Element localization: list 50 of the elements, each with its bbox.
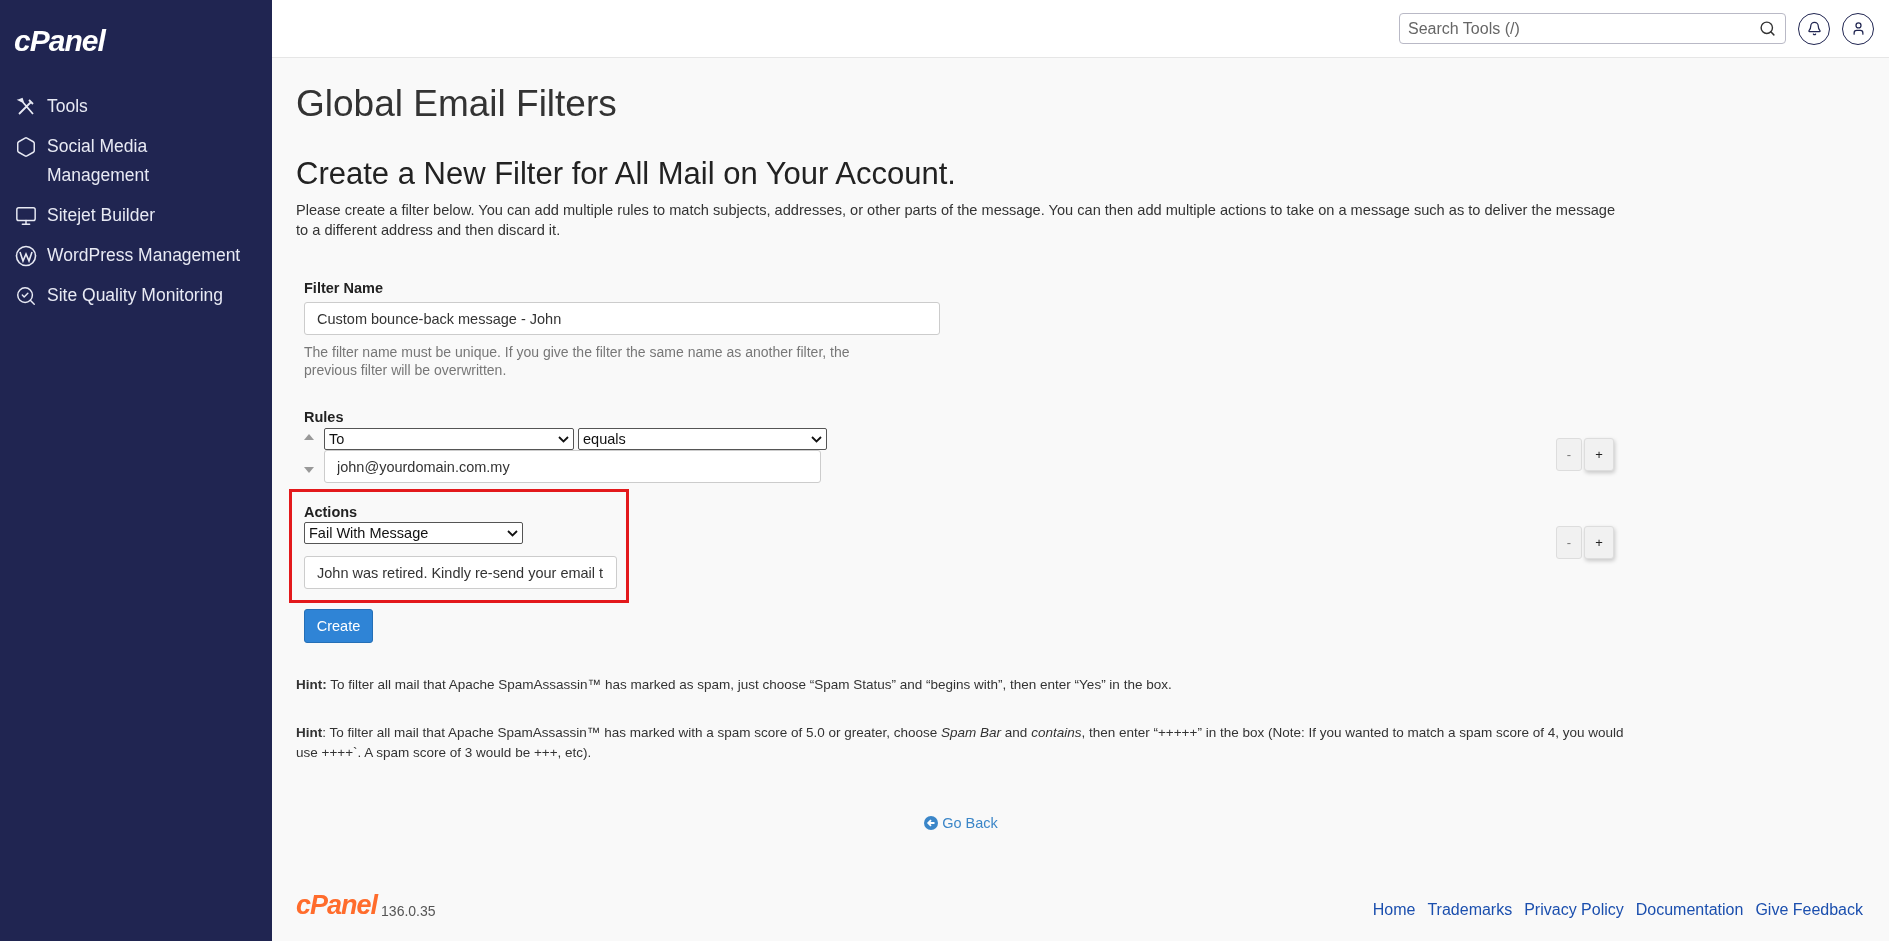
go-back-link[interactable]: Go Back xyxy=(924,815,998,832)
page-title: Global Email Filters xyxy=(296,82,618,126)
field-label: Filter Name xyxy=(304,280,384,297)
footer-link[interactable]: Documentation xyxy=(1635,901,1744,919)
chevron-down-icon xyxy=(507,529,518,537)
user-button[interactable] xyxy=(1842,12,1874,45)
create-button[interactable]: Create xyxy=(304,609,373,644)
add-button[interactable]: + xyxy=(1584,438,1614,472)
section-heading: Create a New Filter for All Mail on Your Account. xyxy=(296,156,957,193)
hexagon-icon xyxy=(15,135,37,158)
monitor-icon xyxy=(15,204,37,227)
chevron-down-icon xyxy=(811,435,822,443)
field-label: Rules xyxy=(304,409,345,426)
remove-button[interactable]: - xyxy=(1556,438,1582,472)
circle-logo-icon xyxy=(15,244,37,267)
up-arrow-icon[interactable] xyxy=(304,434,314,441)
crossed-tools-icon xyxy=(16,96,36,117)
filter-name-input[interactable]: Custom bounce-back message - John xyxy=(304,302,940,336)
search-icon xyxy=(1759,20,1776,37)
sidebar-item[interactable]: Sitejet Builder xyxy=(14,201,254,230)
footer-link[interactable]: Trademarks xyxy=(1427,901,1513,919)
bell-icon xyxy=(1806,21,1822,36)
down-arrow-icon[interactable] xyxy=(304,467,314,474)
footer-link[interactable]: Privacy Policy xyxy=(1524,901,1624,919)
remove-button[interactable]: - xyxy=(1556,526,1582,560)
field-label: Actions xyxy=(304,504,359,521)
message-input[interactable]: John was retired. Kindly re-send your email t xyxy=(304,556,617,590)
sidebar-item[interactable]: Site Quality Monitoring xyxy=(14,281,254,310)
dropdown[interactable]: To xyxy=(324,428,574,451)
magnifier-check-icon xyxy=(15,284,37,307)
chevron-down-icon xyxy=(558,435,569,443)
sidebar-item[interactable]: Social Media Management xyxy=(14,132,254,190)
dropdown[interactable]: Fail With Message xyxy=(304,522,523,545)
hint-text: Hint: To filter all mail that Apache SpamAssassin™ has marked as spam, just choose “Spam Status” and “begins with”, then enter “Yes” in the box. xyxy=(296,676,1173,695)
version-text: 136.0.35 xyxy=(381,903,436,919)
footer-link[interactable]: Give Feedback xyxy=(1755,901,1863,919)
user-icon xyxy=(1850,21,1866,36)
hint-text: Hint: To filter all mail that Apache SpamAssassin™ has marked with a spam score of 5.0 or greater, choose Spam Bar and contains, then enter “+++++” in the box (Note: If you wanted to match a spam score of 4, you would use ++++`. A spam score of 3 would be +++, etc). xyxy=(296,724,1625,763)
sidebar-item[interactable]: WordPress Management xyxy=(14,241,254,270)
footer-link[interactable]: Home xyxy=(1372,901,1416,919)
notifications-button[interactable] xyxy=(1798,12,1830,45)
add-button[interactable]: + xyxy=(1584,526,1614,560)
rule-value-input[interactable]: john@yourdomain.com.my xyxy=(324,450,821,484)
intro-text: Please create a filter below. You can add multiple rules to match subjects, addresses, or other parts of the message. You can then add multiple actions to take on a message such as to deliver the message to a different address and then discard it. xyxy=(296,201,1617,241)
logo[interactable]: cPanel xyxy=(14,26,272,56)
back-arrow-icon xyxy=(924,816,939,831)
dropdown[interactable]: equals xyxy=(578,428,827,451)
help-text: The filter name must be unique. If you give the filter the same name as another filter, the previous filter will be overwritten. xyxy=(304,343,851,380)
search-field[interactable]: Search Tools (/) xyxy=(1399,13,1786,44)
sidebar-item[interactable]: Tools xyxy=(14,92,254,121)
